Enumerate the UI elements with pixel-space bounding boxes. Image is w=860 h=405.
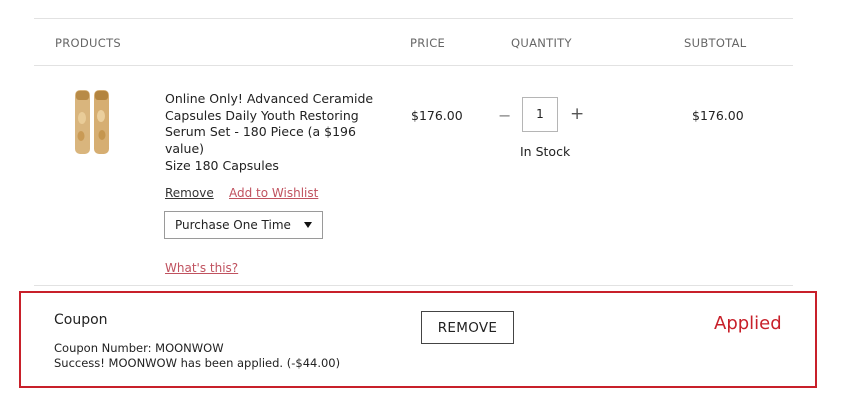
product-image[interactable]: [70, 88, 114, 156]
coupon-title: Coupon: [54, 312, 108, 328]
item-price: $176.00: [411, 108, 463, 123]
quantity-input[interactable]: 1: [522, 97, 558, 132]
product-name[interactable]: Online Only! Advanced Ceramide Capsules …: [165, 91, 380, 157]
applied-annotation: Applied: [714, 313, 782, 334]
row-divider: [34, 285, 793, 286]
whats-this-link[interactable]: What's this?: [165, 261, 238, 275]
decrease-quantity-button[interactable]: −: [498, 106, 511, 125]
purchase-option-select[interactable]: Purchase One Time: [164, 211, 323, 239]
stock-status: In Stock: [520, 144, 571, 159]
purchase-option-value: Purchase One Time: [175, 218, 291, 232]
remove-coupon-button[interactable]: REMOVE: [421, 311, 514, 344]
coupon-number: Coupon Number: MOONWOW: [54, 341, 224, 355]
item-subtotal: $176.00: [692, 108, 744, 123]
top-divider: [34, 18, 793, 19]
coupon-highlight-box: [19, 291, 817, 388]
product-size: Size 180 Capsules: [165, 158, 279, 173]
header-quantity: QUANTITY: [511, 36, 572, 50]
remove-item-link[interactable]: Remove: [165, 186, 214, 200]
header-products: PRODUCTS: [55, 36, 122, 50]
coupon-success-message: Success! MOONWOW has been applied. (-$44…: [54, 356, 341, 370]
header-subtotal: SUBTOTAL: [684, 36, 747, 50]
header-price: PRICE: [410, 36, 446, 50]
increase-quantity-button[interactable]: +: [570, 104, 584, 124]
add-to-wishlist-link[interactable]: Add to Wishlist: [229, 186, 318, 200]
header-divider: [34, 65, 793, 66]
caret-down-icon: [304, 222, 312, 228]
